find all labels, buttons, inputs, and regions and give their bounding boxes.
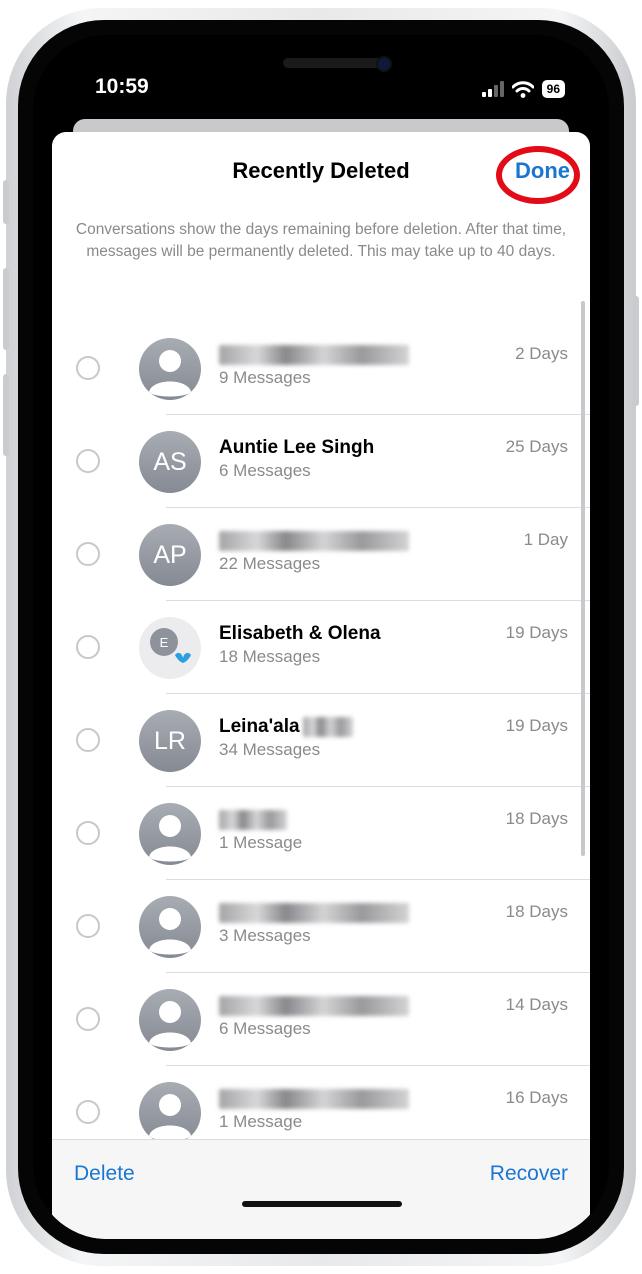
contact-name: Leina'ala <box>219 716 353 738</box>
home-indicator[interactable] <box>242 1201 402 1207</box>
redacted-name <box>219 1088 409 1109</box>
days-remaining: 18 Days <box>505 809 568 828</box>
highlight-ring <box>496 146 580 204</box>
conversation-row[interactable]: AP 22 Messages 1 Day <box>52 508 590 601</box>
redacted-name <box>219 809 287 830</box>
redacted-name <box>219 344 409 365</box>
message-count: 6 Messages <box>219 1019 311 1038</box>
recently-deleted-sheet: Recently Deleted Done Conversations show… <box>52 132 590 1239</box>
contact-name <box>219 809 287 831</box>
days-remaining: 14 Days <box>505 995 568 1014</box>
conversation-row[interactable]: 3 Messages 18 Days <box>52 880 590 973</box>
select-radio[interactable] <box>76 542 100 566</box>
status-icons: 96 <box>481 79 565 99</box>
redacted-name <box>219 530 409 551</box>
avatar <box>139 803 201 865</box>
side-button-silent <box>3 180 9 224</box>
conversation-row[interactable]: 1 Message 18 Days <box>52 787 590 880</box>
person-silhouette-icon <box>149 908 191 955</box>
days-remaining: 25 Days <box>505 437 568 456</box>
days-remaining: 16 Days <box>505 1088 568 1107</box>
select-radio[interactable] <box>76 728 100 752</box>
earpiece <box>283 58 391 68</box>
front-camera <box>378 58 390 70</box>
message-count: 18 Messages <box>219 647 321 666</box>
deletion-description: Conversations show the days remaining be… <box>75 221 567 260</box>
conversation-row[interactable]: 6 Messages 14 Days <box>52 973 590 1066</box>
contact-name: Elisabeth & Olena <box>219 623 381 644</box>
days-remaining: 1 Day <box>523 530 568 549</box>
avatar-initials: LR <box>154 726 186 755</box>
person-silhouette-icon <box>149 1001 191 1048</box>
avatar <box>139 896 201 958</box>
group-avatar-icon: E <box>150 628 191 663</box>
avatar-initials: AP <box>153 540 187 569</box>
conversation-row[interactable]: LR Leina'ala 34 Messages 19 Days <box>52 694 590 787</box>
avatar <box>139 338 201 400</box>
cellular-signal-icon <box>481 81 504 97</box>
status-time: 10:59 <box>95 75 149 98</box>
side-button-volume-up <box>3 268 9 350</box>
group-avatar-initial: E <box>160 635 169 650</box>
contact-name <box>219 1088 409 1110</box>
avatar: AP <box>139 524 201 586</box>
avatar <box>139 989 201 1051</box>
recover-button[interactable]: Recover <box>490 1162 568 1186</box>
days-remaining: 19 Days <box>505 623 568 642</box>
side-button-volume-down <box>3 374 9 456</box>
select-radio[interactable] <box>76 1007 100 1031</box>
message-count: 34 Messages <box>219 740 321 759</box>
contact-first-name: Leina'ala <box>219 716 300 737</box>
contact-name <box>219 530 409 552</box>
message-count: 6 Messages <box>219 461 311 480</box>
group-avatar: E <box>139 617 201 679</box>
days-remaining: 2 Days <box>515 344 568 363</box>
contact-name <box>219 344 409 366</box>
days-remaining: 19 Days <box>505 716 568 735</box>
phone-screen: 10:59 96 Recently Deleted Done Conversat… <box>33 35 609 1239</box>
avatar <box>139 1082 201 1144</box>
select-radio[interactable] <box>76 1100 100 1124</box>
conversation-row[interactable]: 9 Messages 2 Days <box>52 322 590 415</box>
scrollbar[interactable] <box>581 301 585 856</box>
redacted-surname <box>302 716 353 737</box>
select-radio[interactable] <box>76 449 100 473</box>
side-button-power <box>633 296 639 406</box>
redacted-name <box>219 902 409 923</box>
person-silhouette-icon <box>149 815 191 862</box>
wifi-icon <box>511 80 534 98</box>
conversation-list: 9 Messages 2 Days AS Auntie Lee Singh 6 … <box>52 322 590 1239</box>
message-count: 22 Messages <box>219 554 321 573</box>
delete-button[interactable]: Delete <box>74 1162 135 1186</box>
message-count: 1 Message <box>219 833 303 852</box>
contact-name: Auntie Lee Singh <box>219 437 375 458</box>
avatar: LR <box>139 710 201 772</box>
avatar: AS <box>139 431 201 493</box>
message-count: 1 Message <box>219 1112 303 1131</box>
select-radio[interactable] <box>76 821 100 845</box>
days-remaining: 18 Days <box>505 902 568 921</box>
select-radio[interactable] <box>76 356 100 380</box>
redacted-name <box>219 995 409 1016</box>
message-count: 9 Messages <box>219 368 311 387</box>
contact-name <box>219 995 409 1017</box>
conversation-row[interactable]: AS Auntie Lee Singh 6 Messages 25 Days <box>52 415 590 508</box>
select-radio[interactable] <box>76 635 100 659</box>
person-silhouette-icon <box>149 1094 191 1141</box>
battery-indicator: 96 <box>541 80 565 98</box>
message-count: 3 Messages <box>219 926 311 945</box>
bottom-toolbar: Delete Recover <box>52 1139 590 1239</box>
select-radio[interactable] <box>76 914 100 938</box>
contact-name <box>219 902 409 924</box>
conversation-row[interactable]: E Elisabeth & Olena 18 Messages 19 Days <box>52 601 590 694</box>
avatar-initials: AS <box>153 447 187 476</box>
person-silhouette-icon <box>149 350 191 397</box>
